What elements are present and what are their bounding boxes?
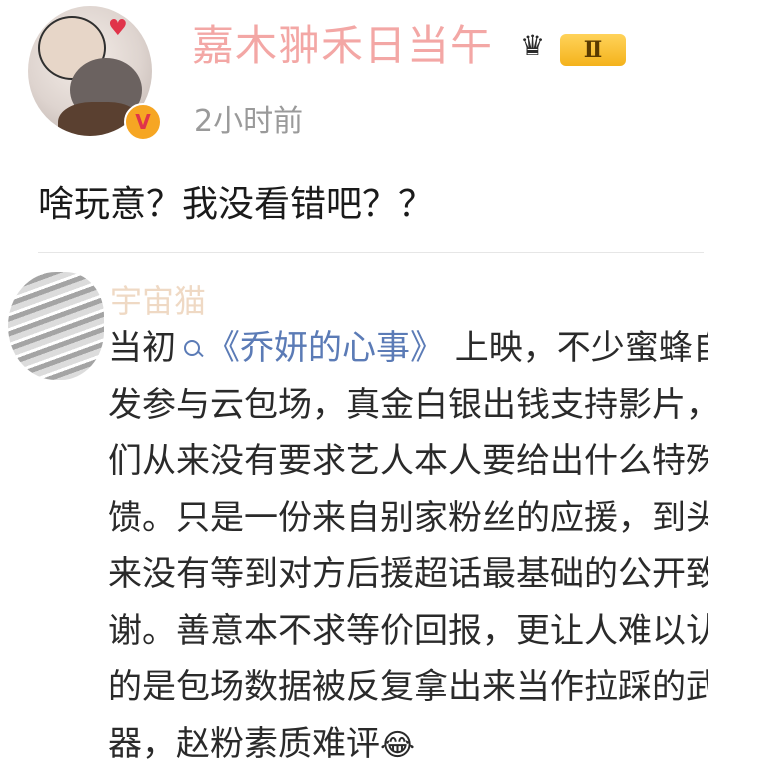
laughing-emoji-icon: 😂 [380,718,415,772]
level-badge[interactable]: ♛ Ⅱ [520,30,632,70]
quoted-line-text: 器，赵粉素质难评 [108,724,380,764]
quoted-line-text: 上映，不少蜜蜂自 [444,328,708,368]
quoted-line: 来没有等到对方后援超话最基础的公开致 [108,546,708,603]
search-icon [182,338,204,360]
quoted-line: 器，赵粉素质难评😂 [108,716,708,772]
quoted-line-text: 当初 [108,328,176,368]
quoted-post-body: 当初《乔妍的心事》 上映，不少蜜蜂自 发参与云包场，真金白银出钱支持影片， 们从… [108,320,708,772]
quoted-line: 的是包场数据被反复拿出来当作拉踩的武 [108,659,708,716]
quoted-line: 们从来没有要求艺人本人要给出什么特殊 [108,433,708,490]
crown-icon: ♛ [520,32,545,60]
username[interactable]: 嘉木翀禾日当午 [192,12,493,73]
post-time: 2小时前 [194,96,303,140]
heart-icon: ♥ [108,18,128,40]
quoted-line: 谢。善意本不求等价回报，更让人难以认 [108,603,708,660]
verified-badge-icon: V [124,103,162,141]
topic-link[interactable]: 《乔妍的心事》 [206,328,444,368]
quoted-line: 馈。只是一份来自别家粉丝的应援，到头 [108,490,708,547]
level-number: Ⅱ [560,34,626,66]
quoted-username[interactable]: 宇宙猫 [110,276,206,322]
post-text: 啥玩意？我没看错吧？？ [38,175,434,227]
quoted-user-avatar[interactable] [8,272,104,380]
quoted-line: 当初《乔妍的心事》 上映，不少蜜蜂自 [108,320,708,377]
quoted-line: 发参与云包场，真金白银出钱支持影片， [108,377,708,434]
divider [38,252,704,253]
